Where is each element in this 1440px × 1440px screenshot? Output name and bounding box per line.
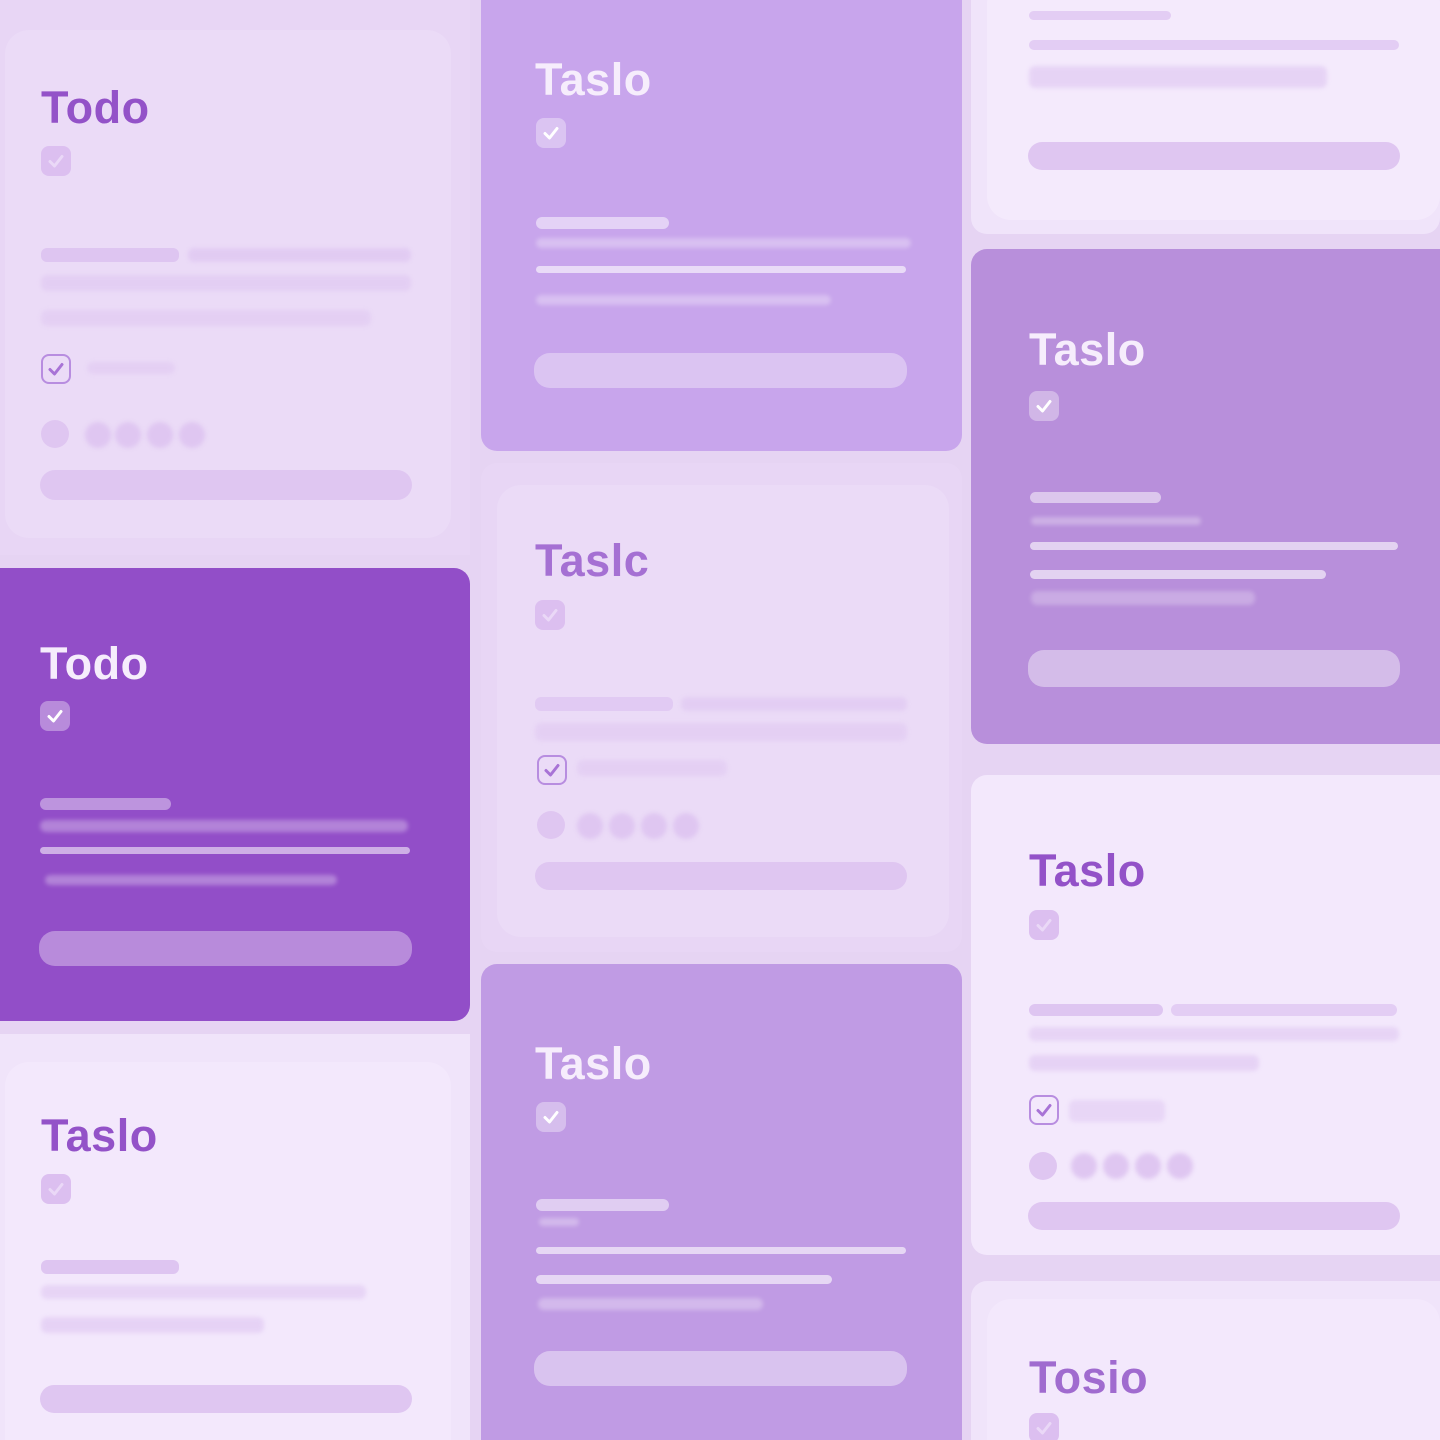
- content-line: [41, 1317, 264, 1333]
- task-card-todo-1[interactable]: Todo: [0, 0, 470, 555]
- content-line: [1031, 591, 1255, 605]
- checkbox-icon[interactable]: [41, 354, 71, 384]
- card-title: Tosio: [1029, 1352, 1149, 1403]
- checkbox-icon[interactable]: [537, 755, 567, 785]
- checkbox-icon[interactable]: [1029, 1095, 1059, 1125]
- avatar: [41, 420, 69, 448]
- content-line: [536, 217, 669, 229]
- content-line: [41, 1260, 179, 1274]
- card-title: Taslo: [1029, 845, 1146, 896]
- avatar: [641, 813, 667, 839]
- task-card-taslc[interactable]: Taslc: [481, 463, 962, 952]
- action-button[interactable]: [534, 1351, 907, 1386]
- action-button[interactable]: [1028, 650, 1400, 687]
- content-line: [535, 723, 907, 741]
- action-button[interactable]: [1028, 142, 1400, 170]
- checkbox-icon[interactable]: [1029, 910, 1059, 940]
- card-panel: Todo: [5, 30, 451, 538]
- avatar: [537, 811, 565, 839]
- task-card-partial[interactable]: [971, 0, 1440, 234]
- content-line: [45, 875, 337, 885]
- content-line: [535, 697, 673, 711]
- checkbox-icon[interactable]: [536, 1102, 566, 1132]
- card-title: Taslo: [535, 54, 652, 105]
- task-card-todo-2[interactable]: Todo: [0, 568, 470, 1021]
- content-line: [1030, 492, 1161, 503]
- avatar: [673, 813, 699, 839]
- checkbox-icon[interactable]: [536, 118, 566, 148]
- avatar: [1103, 1153, 1129, 1179]
- action-button[interactable]: [535, 862, 907, 890]
- task-card-taslo-1[interactable]: Taslo: [481, 0, 962, 451]
- action-button[interactable]: [40, 1385, 412, 1413]
- content-line: [536, 266, 906, 273]
- content-line: [1030, 570, 1326, 579]
- checkbox-icon[interactable]: [1029, 1413, 1059, 1440]
- card-panel: [987, 0, 1440, 220]
- task-card-taslo-5[interactable]: Taslo: [971, 775, 1440, 1255]
- card-title: Todo: [41, 82, 150, 133]
- content-line: [1029, 1055, 1259, 1071]
- avatar: [1071, 1153, 1097, 1179]
- task-card-taslo-3[interactable]: Taslo: [971, 249, 1440, 744]
- action-button[interactable]: [40, 470, 412, 500]
- card-title: Taslo: [41, 1110, 158, 1161]
- card-title: Taslo: [535, 1038, 652, 1089]
- content-line: [536, 238, 911, 248]
- action-button[interactable]: [39, 931, 412, 966]
- content-line: [41, 1285, 366, 1299]
- content-line: [538, 1298, 763, 1310]
- content-line: [536, 1275, 832, 1284]
- avatar: [1029, 1152, 1057, 1180]
- card-title: Taslc: [535, 535, 650, 586]
- task-card-taslo-2[interactable]: Taslo: [481, 964, 962, 1440]
- content-line: [1069, 1100, 1165, 1122]
- content-line: [41, 275, 411, 291]
- content-line: [40, 847, 410, 854]
- content-line: [1029, 1027, 1399, 1041]
- avatar: [179, 422, 205, 448]
- content-line: [536, 1199, 669, 1211]
- content-line: [577, 760, 727, 776]
- card-panel: Taslo: [5, 1062, 451, 1440]
- card-title: Todo: [40, 638, 149, 689]
- content-line: [539, 1218, 579, 1226]
- checkbox-icon[interactable]: [41, 1174, 71, 1204]
- avatar: [609, 813, 635, 839]
- content-line: [1030, 542, 1398, 550]
- card-panel: Tosio: [987, 1299, 1440, 1440]
- task-card-tosio[interactable]: Tosio: [971, 1281, 1440, 1440]
- content-line: [40, 798, 171, 810]
- avatar: [1167, 1153, 1193, 1179]
- avatar: [85, 422, 111, 448]
- checkbox-icon[interactable]: [41, 146, 71, 176]
- content-line: [188, 248, 411, 262]
- content-line: [1029, 1004, 1163, 1016]
- content-line: [536, 1247, 906, 1254]
- task-card-taslo-4[interactable]: Taslo: [0, 1034, 470, 1440]
- content-line: [1029, 66, 1327, 88]
- action-button[interactable]: [534, 353, 907, 388]
- content-line: [1029, 11, 1171, 20]
- content-line: [1029, 40, 1399, 50]
- content-line: [41, 248, 179, 262]
- content-line: [681, 697, 907, 711]
- content-line: [87, 362, 175, 374]
- checkbox-icon[interactable]: [535, 600, 565, 630]
- content-line: [41, 310, 371, 326]
- content-line: [1171, 1004, 1397, 1016]
- card-title: Taslo: [1029, 324, 1146, 375]
- checkbox-icon[interactable]: [40, 701, 70, 731]
- avatar: [115, 422, 141, 448]
- card-panel: Taslc: [497, 485, 949, 937]
- checkbox-icon[interactable]: [1029, 391, 1059, 421]
- avatar: [147, 422, 173, 448]
- avatar: [577, 813, 603, 839]
- content-line: [40, 820, 408, 832]
- action-button[interactable]: [1028, 1202, 1400, 1230]
- avatar: [1135, 1153, 1161, 1179]
- content-line: [536, 295, 831, 305]
- content-line: [1031, 517, 1201, 525]
